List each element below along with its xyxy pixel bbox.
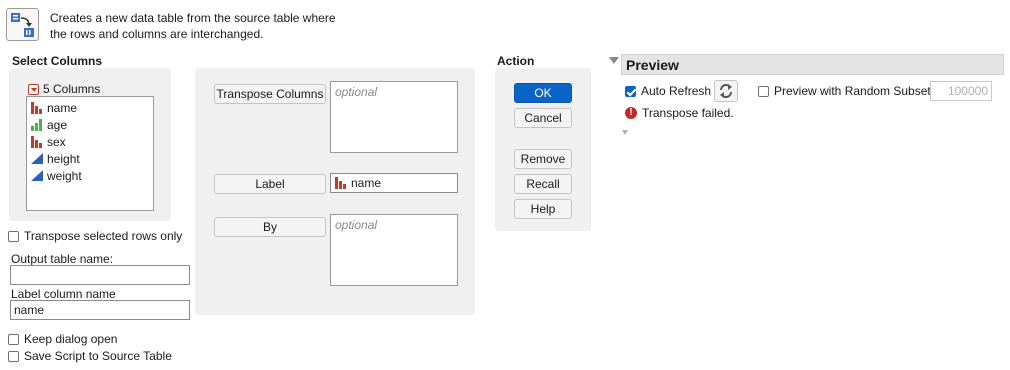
list-item[interactable]: sex	[27, 133, 153, 150]
column-name: weight	[47, 168, 82, 183]
random-subset-checkbox[interactable]	[758, 85, 769, 97]
list-item[interactable]: weight	[27, 167, 153, 184]
description: Creates a new data table from the source…	[50, 10, 336, 42]
transpose-columns-placeholder: optional	[335, 85, 378, 99]
columns-count: 5 Columns	[43, 82, 101, 96]
dropdown-icon[interactable]	[28, 83, 39, 95]
save-script-row[interactable]: Save Script to Source Table	[8, 349, 172, 363]
columns-list[interactable]: name age sex height weight	[26, 96, 154, 211]
auto-refresh-label: Auto Refresh	[641, 84, 712, 98]
refresh-button[interactable]	[714, 80, 738, 102]
column-name: height	[47, 151, 80, 166]
nominal-icon	[31, 135, 43, 148]
error-icon: !	[625, 107, 637, 119]
transpose-selected-rows-label: Transpose selected rows only	[24, 229, 183, 243]
preview-collapse-icon[interactable]	[609, 57, 619, 64]
error-message: Transpose failed.	[642, 106, 734, 120]
recall-button[interactable]: Recall	[514, 174, 572, 194]
keep-dialog-open-checkbox[interactable]	[8, 333, 19, 345]
keep-dialog-open-row[interactable]: Keep dialog open	[8, 332, 117, 346]
transpose-icon	[6, 8, 39, 41]
column-name: name	[47, 100, 78, 115]
continuous-icon	[31, 153, 43, 164]
output-table-name-input[interactable]	[10, 265, 190, 285]
auto-refresh-row[interactable]: Auto Refresh	[625, 84, 711, 98]
column-name: sex	[47, 134, 66, 149]
column-name: age	[47, 117, 68, 132]
transpose-selected-rows-row[interactable]: Transpose selected rows only	[8, 229, 182, 243]
transpose-selected-rows-checkbox[interactable]	[8, 230, 19, 242]
refresh-icon	[720, 84, 732, 98]
transpose-columns-button[interactable]: Transpose Columns	[214, 84, 326, 104]
description-line1: Creates a new data table from the source…	[50, 11, 336, 25]
list-item[interactable]: name	[27, 99, 153, 116]
preview-header[interactable]: Preview	[621, 54, 1004, 75]
random-subset-row[interactable]: Preview with Random Subset	[758, 84, 931, 98]
label-column-name-label: Label column name	[11, 287, 116, 301]
output-table-name-label: Output table name:	[11, 252, 114, 266]
keep-dialog-open-label: Keep dialog open	[24, 332, 118, 346]
label-value: name	[351, 176, 382, 190]
continuous-icon	[31, 170, 43, 181]
label-column-name-input[interactable]: name	[10, 300, 190, 320]
label-box[interactable]: name	[330, 173, 458, 193]
transpose-columns-box[interactable]: optional	[330, 81, 458, 153]
ok-button[interactable]: OK	[514, 83, 572, 103]
save-script-label: Save Script to Source Table	[24, 349, 172, 363]
help-button[interactable]: Help	[514, 199, 572, 219]
error-row: ! Transpose failed.	[625, 106, 734, 120]
label-button[interactable]: Label	[214, 174, 326, 194]
nominal-icon	[335, 177, 347, 189]
list-item[interactable]: height	[27, 150, 153, 167]
by-button[interactable]: By	[214, 217, 326, 237]
remove-button[interactable]: Remove	[514, 149, 572, 169]
ordinal-icon	[31, 118, 43, 131]
select-columns-title: Select Columns	[12, 54, 103, 68]
auto-refresh-checkbox[interactable]	[625, 85, 636, 97]
description-line2: the rows and columns are interchanged.	[50, 27, 264, 41]
random-subset-label: Preview with Random Subset	[774, 84, 931, 98]
action-title: Action	[497, 54, 535, 68]
random-subset-input[interactable]: 100000	[930, 81, 992, 101]
preview-title: Preview	[626, 57, 679, 73]
small-disclosure-icon[interactable]	[622, 130, 628, 135]
columns-count-row[interactable]: 5 Columns	[28, 82, 100, 96]
list-item[interactable]: age	[27, 116, 153, 133]
by-box[interactable]: optional	[330, 214, 458, 286]
nominal-icon	[31, 101, 43, 114]
save-script-checkbox[interactable]	[8, 350, 19, 362]
by-placeholder: optional	[335, 218, 378, 232]
cancel-button[interactable]: Cancel	[514, 108, 572, 128]
